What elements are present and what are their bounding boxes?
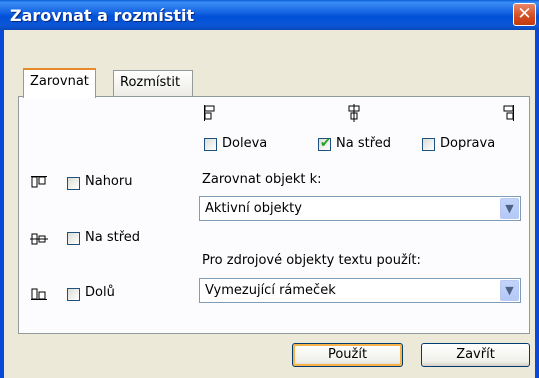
close-dialog-button-label: Zavřít <box>456 347 495 362</box>
close-button[interactable]: ✕ <box>513 3 536 26</box>
align-center-horizontal-icon <box>345 104 363 122</box>
close-icon: ✕ <box>517 4 532 24</box>
checkbox-dolu-label[interactable]: Dolů <box>85 285 115 300</box>
checkbox-nahoru-label[interactable]: Nahoru <box>85 174 132 189</box>
checkbox-nahoru[interactable] <box>67 177 80 190</box>
align-to-label: Zarovnat objekt k: <box>202 172 322 187</box>
text-source-select[interactable]: Vymezující rámeček ▼ <box>199 278 521 303</box>
align-left-icon <box>202 104 218 122</box>
window-frame-right <box>535 30 539 378</box>
text-source-value: Vymezující rámeček <box>205 283 336 298</box>
window-title: Zarovnat a rozmístit <box>10 6 195 25</box>
checkbox-na-stred-horizontal-label[interactable]: Na střed <box>336 136 391 151</box>
checkbox-na-stred-vertical[interactable] <box>67 232 80 245</box>
align-right-icon <box>500 104 516 122</box>
align-bottom-icon <box>30 286 48 302</box>
align-to-value: Aktivní objekty <box>205 201 302 216</box>
align-middle-vertical-icon <box>30 231 48 247</box>
checkbox-doleva[interactable] <box>204 138 217 151</box>
align-to-select[interactable]: Aktivní objekty ▼ <box>199 196 521 221</box>
tab-label: Rozmístit <box>120 75 181 90</box>
chevron-down-icon[interactable]: ▼ <box>500 280 519 301</box>
title-bar[interactable]: Zarovnat a rozmístit ✕ <box>0 0 539 30</box>
tab-rozmistit[interactable]: Rozmístit <box>113 70 193 96</box>
chevron-down-icon[interactable]: ▼ <box>500 198 519 219</box>
align-top-icon <box>30 175 48 191</box>
checkbox-doprava[interactable] <box>422 138 435 151</box>
check-icon: ✔ <box>320 136 331 151</box>
checkbox-doleva-label[interactable]: Doleva <box>222 136 267 151</box>
tab-label: Zarovnat <box>30 74 89 89</box>
checkbox-dolu[interactable] <box>67 288 80 301</box>
text-source-label: Pro zdrojové objekty textu použít: <box>202 253 421 268</box>
tab-zarovnat[interactable]: Zarovnat <box>23 68 96 98</box>
checkbox-na-stred-horizontal[interactable]: ✔ <box>318 136 331 151</box>
checkbox-na-stred-vertical-label[interactable]: Na střed <box>85 230 140 245</box>
apply-button-label: Použít <box>327 347 368 362</box>
window-frame-left <box>0 30 4 378</box>
apply-button[interactable]: Použít <box>292 343 403 367</box>
checkbox-doprava-label[interactable]: Doprava <box>440 136 495 151</box>
close-dialog-button[interactable]: Zavřít <box>421 343 530 367</box>
